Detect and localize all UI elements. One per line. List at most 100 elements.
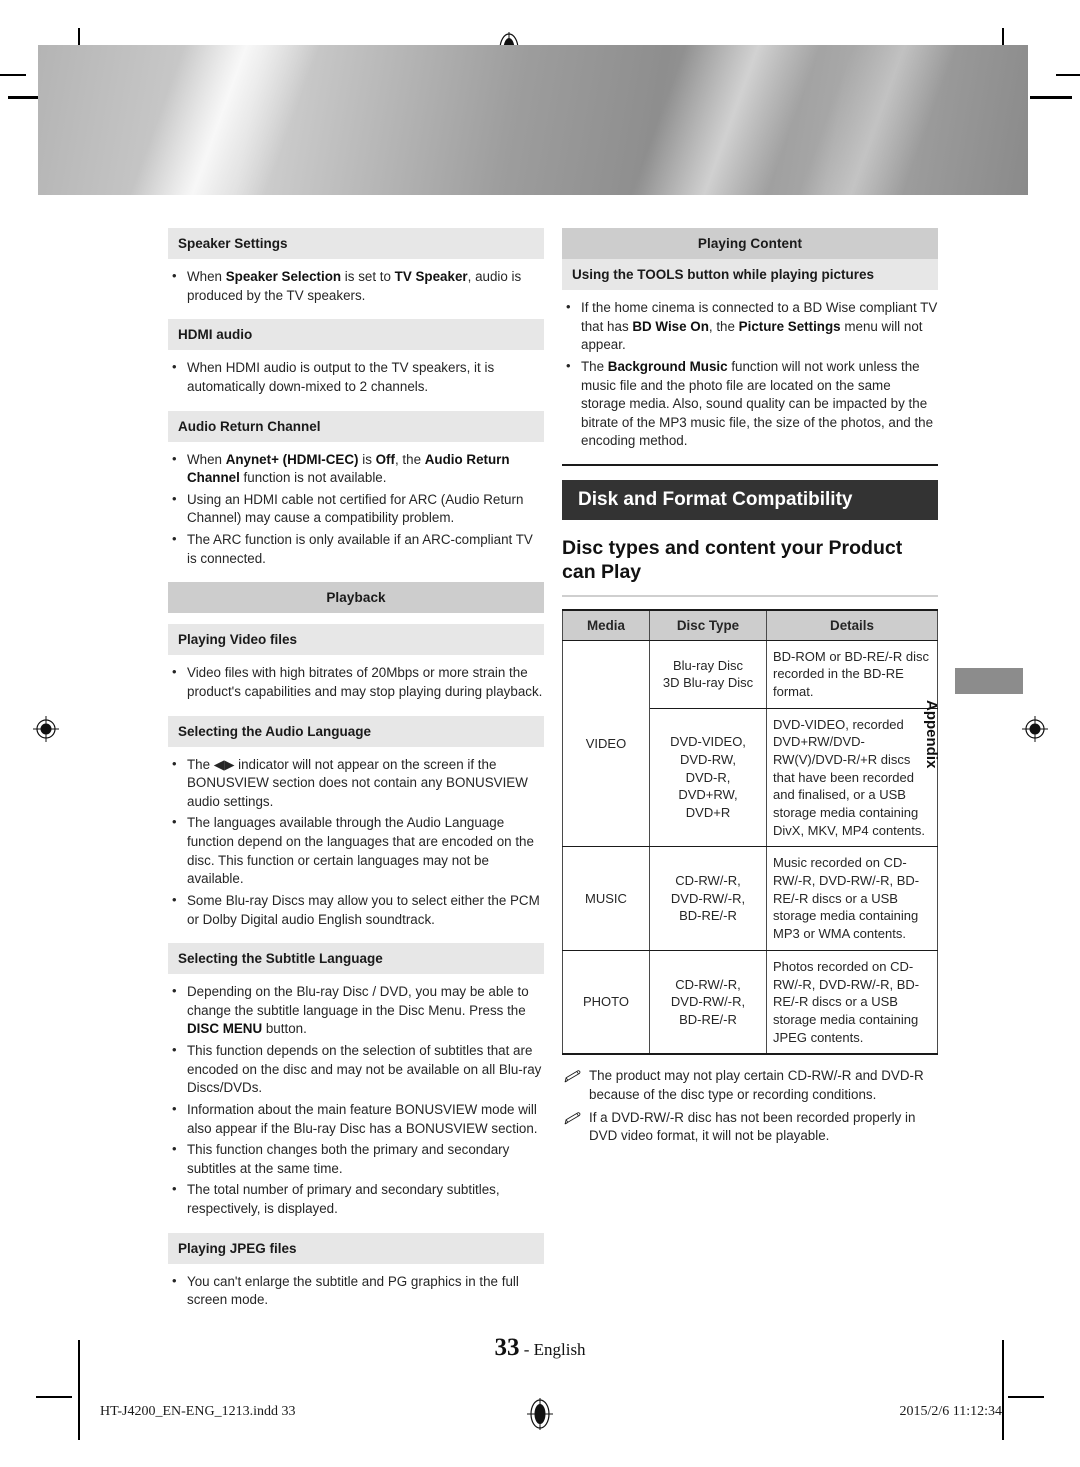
bullet-item: The ARC function is only available if an… xyxy=(168,530,544,568)
bullet-text: Depending on the Blu-ray Disc / DVD, you… xyxy=(187,984,529,1018)
bullet-text: The ARC function is only available if an… xyxy=(187,532,533,566)
page-number: 33 - English xyxy=(494,1334,586,1361)
page-body: Speaker Settings When Speaker Selection i… xyxy=(0,0,1080,1467)
bullet-list: Depending on the Blu-ray Disc / DVD, you… xyxy=(168,982,544,1219)
bullet-text: , the xyxy=(708,318,739,334)
table-cell-disc-type: Blu-ray Disc 3D Blu-ray Disc xyxy=(649,640,767,709)
table-cell-details: BD-ROM or BD-RE/-R disc recorded in the … xyxy=(766,640,938,709)
table-header-row: Media Disc Type Details xyxy=(562,608,938,641)
note-item: If a DVD-RW/-R disc has not been recorde… xyxy=(562,1109,938,1147)
table-cell-disc-type: DVD-VIDEO, DVD-RW, DVD-R, DVD+RW, DVD+R xyxy=(649,708,767,848)
table-row: PHOTO CD-RW/-R, DVD-RW/-R, BD-RE/-R Photos r… xyxy=(562,950,938,1056)
subtitle-underline xyxy=(562,594,938,597)
sub-header-audio-return-channel: Audio Return Channel xyxy=(168,410,544,442)
bullet-text: Some Blu-ray Discs may allow you to sele… xyxy=(187,892,540,927)
table-cell-details: Music recorded on CD-RW/-R, DVD-RW/-R, B… xyxy=(766,846,938,951)
note-text: The product may not play certain CD-RW/-… xyxy=(589,1068,924,1102)
bullet-item: The ◀▶ indicator will not appear on the … xyxy=(168,755,544,812)
bullet-item: If the home cinema is connected to a BD … xyxy=(562,298,938,355)
bullet-text: This function changes both the primary a… xyxy=(187,1142,510,1176)
sub-header-speaker-settings: Speaker Settings xyxy=(168,228,544,259)
bullet-item: The languages available through the Audi… xyxy=(168,813,544,889)
bullet-item: Depending on the Blu-ray Disc / DVD, you… xyxy=(168,982,544,1039)
bullet-text: button. xyxy=(262,1021,307,1037)
page-number-value: 33 xyxy=(494,1334,520,1361)
bullet-text: function is not available. xyxy=(239,470,387,486)
playing-content-bullet-list: If the home cinema is connected to a BD … xyxy=(562,298,938,451)
bullet-item: You can't enlarge the subtitle and PG gr… xyxy=(168,1272,544,1310)
section-header-playing-content: Playing Content xyxy=(562,228,938,259)
footer-filename: HT-J4200_EN-ENG_1213.indd 33 xyxy=(100,1404,296,1419)
footer-timestamp: 2015/2/6 11:12:34 xyxy=(899,1404,1002,1419)
left-column: Speaker Settings When Speaker Selection i… xyxy=(168,228,544,1313)
table-row: MUSIC CD-RW/-R, DVD-RW/-R, BD-RE/-R Music re… xyxy=(562,846,938,951)
bullet-text: Video files with high bitrates of 20Mbps… xyxy=(187,665,543,699)
bullet-text: When xyxy=(187,451,226,467)
bullet-list: When Speaker Selection is set to TV Spea… xyxy=(168,267,544,305)
sub-header-selecting-the-subtitle-language: Selecting the Subtitle Language xyxy=(168,943,544,975)
bullet-list: Video files with high bitrates of 20Mbps… xyxy=(168,663,544,701)
sub-header-playing-jpeg-files: Playing JPEG files xyxy=(168,1232,544,1264)
bullet-list: The ◀▶ indicator will not appear on the … xyxy=(168,755,544,930)
column-header-details: Details xyxy=(766,608,938,641)
chapter-subtitle: Disc types and content your Product can … xyxy=(562,537,903,584)
bullet-item: This function depends on the selection o… xyxy=(168,1041,544,1098)
section-header-playback: Playback xyxy=(168,582,544,614)
bullet-text: , the xyxy=(394,451,425,467)
table-cell-media: PHOTO xyxy=(562,950,650,1056)
pencil-icon xyxy=(564,1112,581,1124)
table-cell-media: VIDEO xyxy=(562,640,650,848)
bullet-item: The total number of primary and secondar… xyxy=(168,1180,544,1218)
sub-header-tools-button: Using the TOOLS button while playing pic… xyxy=(562,259,938,290)
bold-term: BD Wise On xyxy=(632,318,709,334)
bullet-text: When HDMI audio is output to the TV spea… xyxy=(187,360,495,394)
bullet-item: This function changes both the primary a… xyxy=(168,1140,544,1178)
appendix-tab-label: Appendix xyxy=(923,700,940,769)
bullet-text: Information about the main feature BONUS… xyxy=(187,1101,538,1136)
bullet-text: You can't enlarge the subtitle and PG gr… xyxy=(187,1273,519,1308)
note-item: The product may not play certain CD-RW/-… xyxy=(562,1067,938,1105)
bullet-item: The Background Music function will not w… xyxy=(562,357,938,451)
bullet-text: The total number of primary and secondar… xyxy=(187,1182,500,1216)
note-list: The product may not play certain CD-RW/-… xyxy=(562,1067,938,1146)
bullet-list: You can't enlarge the subtitle and PG gr… xyxy=(168,1272,544,1310)
bullet-list: When Anynet+ (HDMI-CEC) is Off, the Audi… xyxy=(168,449,544,569)
table-cell-media: MUSIC xyxy=(562,846,650,951)
bullet-list: When HDMI audio is output to the TV spea… xyxy=(168,358,544,396)
bold-term: Anynet+ (HDMI-CEC) xyxy=(225,451,359,467)
right-column: Playing Content Using the TOOLS button w… xyxy=(562,228,938,1150)
column-header-media: Media xyxy=(562,608,650,641)
bold-term: Off xyxy=(375,451,395,467)
bullet-text: is set to xyxy=(341,269,395,284)
table-cell-details: Photos recorded on CD-RW/-R, DVD-RW/-R, … xyxy=(766,950,938,1056)
note-text: If a DVD-RW/-R disc has not been recorde… xyxy=(589,1109,916,1144)
bullet-text: The xyxy=(581,358,608,374)
appendix-tab-block xyxy=(955,668,1023,694)
table-cell-disc-type: CD-RW/-R, DVD-RW/-R, BD-RE/-R xyxy=(649,846,767,951)
bullet-text: Using an HDMI cable not certified for AR… xyxy=(187,491,524,526)
bold-term: Picture Settings xyxy=(738,318,841,334)
sub-header-selecting-the-audio-language: Selecting the Audio Language xyxy=(168,715,544,747)
bullet-item: Using an HDMI cable not certified for AR… xyxy=(168,490,544,528)
chapter-banner-heading: Disk and Format Compatibility xyxy=(562,480,938,520)
sub-header-hdmi-audio: HDMI audio xyxy=(168,319,544,351)
disc-compatibility-table: Media Disc Type Details VIDEO Blu-ray Dis… xyxy=(562,608,938,1056)
bullet-item: When Speaker Selection is set to TV Spea… xyxy=(168,267,544,305)
sub-header-playing-video-files: Playing Video files xyxy=(168,624,544,656)
bullet-text: The ◀▶ indicator will not appear on the … xyxy=(187,756,528,809)
bullet-item: When Anynet+ (HDMI-CEC) is Off, the Audi… xyxy=(168,449,544,488)
bullet-item: Information about the main feature BONUS… xyxy=(168,1100,544,1138)
column-header-disc-type: Disc Type xyxy=(649,608,767,641)
bold-term: Background Music xyxy=(607,358,728,374)
bold-term: DISC MENU xyxy=(187,1021,263,1037)
bullet-text: is xyxy=(358,451,376,467)
pencil-icon xyxy=(564,1070,581,1083)
table-cell-details: DVD-VIDEO, recorded DVD+RW/DVD-RW(V)/DVD… xyxy=(766,708,938,848)
table-cell-disc-type: CD-RW/-R, DVD-RW/-R, BD-RE/-R xyxy=(649,950,767,1056)
bold-term: TV Speaker xyxy=(394,269,468,284)
